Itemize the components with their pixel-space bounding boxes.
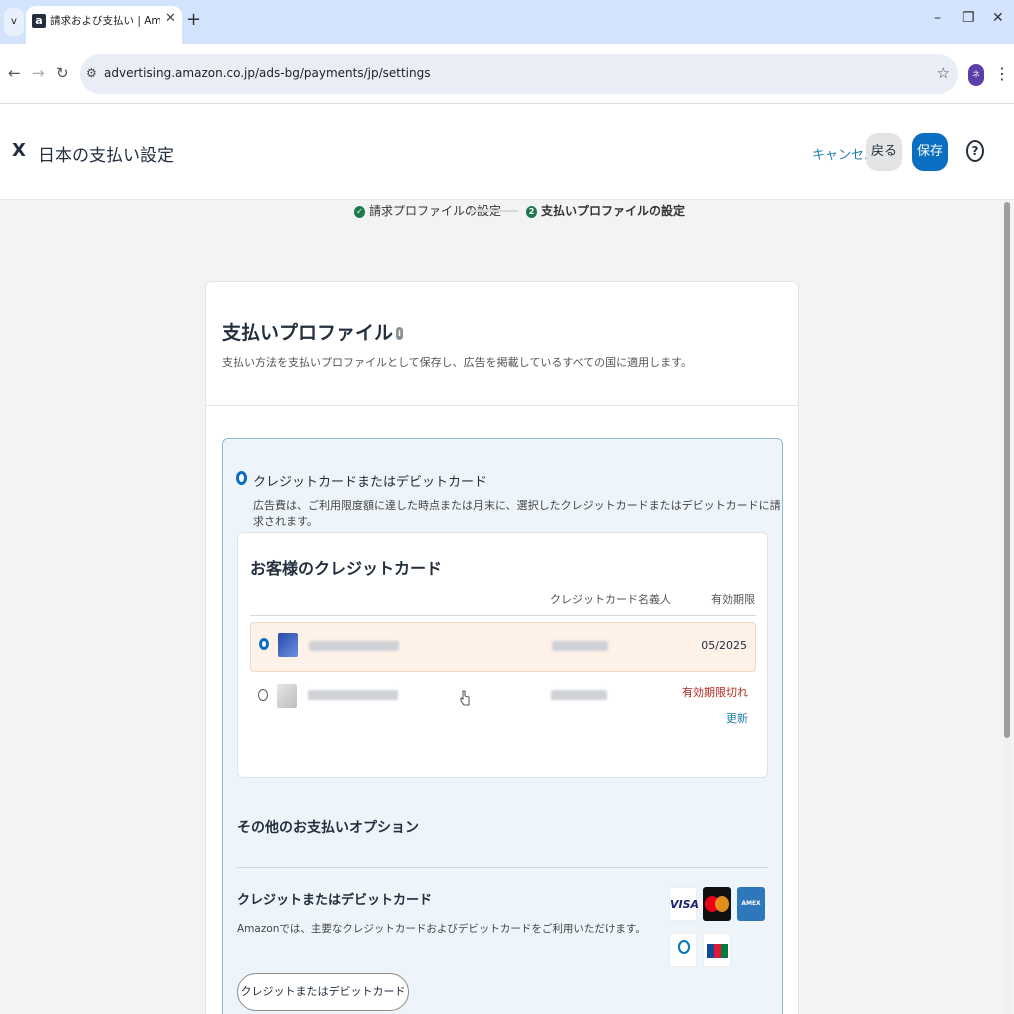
scrollbar-thumb[interactable] [1004, 202, 1010, 738]
card-row[interactable]: 有効期限切れ 更新 [250, 674, 756, 734]
card-expiry: 05/2025 [701, 639, 747, 652]
profile-avatar[interactable]: ネ [968, 64, 984, 86]
jcb-logo-icon [703, 933, 731, 967]
tab-close-icon[interactable]: ✕ [165, 11, 176, 26]
restore-icon[interactable]: ❐ [962, 10, 975, 26]
address-bar[interactable]: ⚙ advertising.amazon.co.jp/ads-bg/paymen… [80, 54, 958, 94]
back-button[interactable]: 戻る [866, 133, 902, 171]
masked-card-number [309, 641, 399, 651]
page-scrollbar[interactable] [1003, 200, 1011, 1014]
mastercard-logo-icon [703, 887, 731, 921]
step-label: 支払いプロファイルの設定 [541, 204, 686, 218]
new-tab-icon[interactable]: + [186, 9, 201, 30]
step-connector [470, 210, 518, 212]
payment-profile-card: 支払いプロファイル i 支払い方法を支払いプロファイルとして保存し、広告を掲載して… [205, 281, 799, 1014]
checkmark-icon: ✓ [354, 205, 365, 218]
close-icon[interactable]: X [12, 140, 26, 161]
bookmark-star-icon[interactable]: ☆ [937, 64, 950, 82]
card-select-radio[interactable] [259, 638, 269, 650]
amazon-favicon-icon: a [32, 14, 46, 28]
option-description: 広告費は、ご利用限度額に達した時点または月末に、選択したクレジットカードまたはデ… [253, 499, 781, 528]
step-payment-profile: 2 支払いプロファイルの設定 [526, 202, 685, 219]
masked-card-holder [552, 641, 608, 651]
page-header: X 日本の支払い設定 キャンセル 戻る 保存 ? [0, 104, 1014, 200]
browser-tab-bar: v a 請求および支払い | Amazon Ads ✕ + – ❐ ✕ [0, 0, 1014, 44]
masked-card-number [308, 690, 398, 700]
option-title: クレジットカードまたはデビットカード [253, 475, 488, 490]
masked-card-holder [551, 690, 607, 700]
divider [250, 615, 756, 616]
browser-menu-icon[interactable]: ⋮ [994, 64, 1010, 83]
divider [206, 405, 798, 406]
tab-title: 請求および支払い | Amazon Ads [50, 15, 160, 27]
divider [237, 867, 768, 868]
reload-icon[interactable]: ↻ [56, 64, 69, 82]
minimize-icon[interactable]: – [934, 10, 941, 26]
window-close-icon[interactable]: ✕ [992, 10, 1004, 26]
saved-cards-panel: お客様のクレジットカード クレジットカード名義人 有効期限 05/2025 有効… [237, 532, 768, 778]
step-number-badge: 2 [526, 205, 537, 218]
other-options-title: その他のお支払いオプション [237, 820, 419, 836]
credit-card-icon [278, 633, 298, 657]
forward-arrow-icon[interactable]: → [32, 64, 45, 82]
info-icon[interactable]: i [396, 327, 404, 340]
update-card-link[interactable]: 更新 [726, 710, 748, 726]
tab-search-button[interactable]: v [4, 8, 24, 36]
credit-card-option[interactable]: クレジットカードまたはデビットカード 広告費は、ご利用限度額に達した時点または月… [222, 438, 783, 1014]
amex-logo-icon: AMEX [737, 887, 765, 921]
help-icon[interactable]: ? [966, 140, 984, 162]
hand-cursor-icon [460, 690, 470, 706]
save-button[interactable]: 保存 [912, 133, 948, 171]
add-card-button[interactable]: クレジットまたはデビットカードを追加 [237, 973, 409, 1011]
back-arrow-icon[interactable]: ← [8, 64, 21, 82]
column-header-holder: クレジットカード名義人 [550, 593, 671, 606]
card-row[interactable]: 05/2025 [250, 622, 756, 672]
diners-club-logo-icon [669, 933, 697, 967]
card-subtitle: 支払い方法を支払いプロファイルとして保存し、広告を掲載しているすべての国に適用し… [222, 356, 693, 369]
credit-card-icon [277, 684, 297, 708]
card-title: 支払いプロファイル i [222, 318, 404, 345]
card-expired-status: 有効期限切れ [682, 686, 748, 699]
saved-cards-title: お客様のクレジットカード [250, 559, 443, 578]
site-info-icon[interactable]: ⚙ [86, 66, 97, 80]
card-select-radio[interactable] [258, 689, 268, 701]
visa-logo-icon: VISA [669, 887, 699, 921]
url-text: advertising.amazon.co.jp/ads-bg/payments… [104, 66, 431, 80]
browser-tab[interactable]: a 請求および支払い | Amazon Ads ✕ [26, 6, 182, 44]
add-card-section-title: クレジットまたはデビットカード [237, 893, 433, 908]
credit-card-option-radio[interactable] [236, 471, 247, 485]
page-title: 日本の支払い設定 [38, 146, 174, 166]
browser-toolbar: ← → ↻ ⚙ advertising.amazon.co.jp/ads-bg/… [0, 44, 1014, 104]
add-card-description: Amazonでは、主要なクレジットカードおよびデビットカードをご利用いただけます… [237, 923, 646, 935]
column-header-expiry: 有効期限 [711, 593, 755, 606]
